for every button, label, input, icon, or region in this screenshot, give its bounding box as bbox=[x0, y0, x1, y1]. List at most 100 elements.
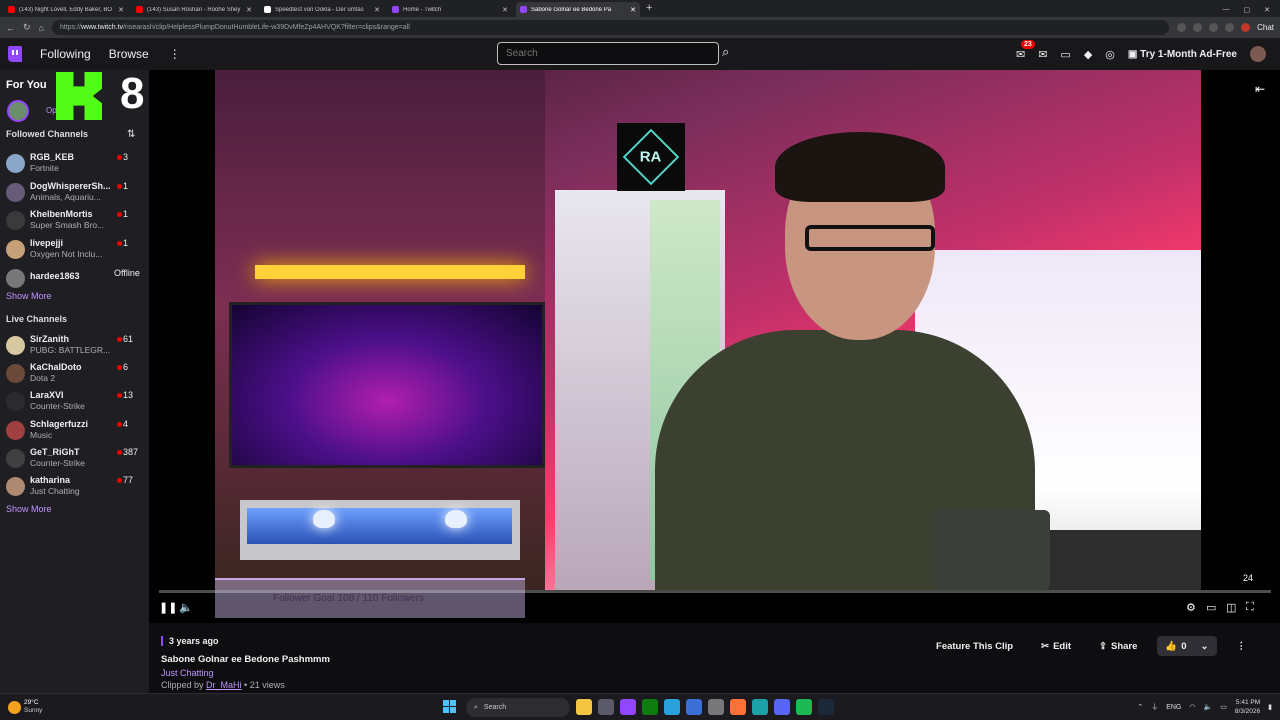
discord-icon[interactable] bbox=[774, 699, 790, 715]
seek-bar[interactable] bbox=[159, 590, 1271, 593]
url-field[interactable]: https://www.twitch.tv/risearash/clip/Hel… bbox=[51, 20, 1170, 35]
tab-favicon-icon bbox=[520, 6, 527, 13]
sidebar-item-dogwhisperersh[interactable]: DogWhispererSh... Animals, Aquariu... 1 bbox=[6, 181, 146, 207]
speaker-icon[interactable]: 🔈 bbox=[1203, 703, 1212, 711]
sidebar: For You Op 8 Followed Channels ⇅ RGB_KEB… bbox=[0, 69, 149, 693]
for-you-avatar[interactable] bbox=[7, 100, 29, 122]
chat-label[interactable]: Chat bbox=[1257, 23, 1274, 32]
user-avatar[interactable] bbox=[1250, 46, 1266, 62]
search-input[interactable] bbox=[497, 42, 719, 65]
bits-icon[interactable]: ◆ bbox=[1084, 48, 1092, 61]
windows-start-icon[interactable] bbox=[443, 700, 456, 713]
clipper-link[interactable]: Dr_MaHi bbox=[206, 680, 242, 690]
pause-icon[interactable]: ❚❚ bbox=[159, 601, 177, 614]
live-dot-icon bbox=[117, 337, 122, 342]
more-options-icon[interactable]: ⋮ bbox=[1229, 636, 1255, 656]
share-button[interactable]: ⇪ Share bbox=[1091, 636, 1145, 656]
browser-tab[interactable]: (143) Night Lovell, Eddy Baker, BO ✕ bbox=[4, 2, 128, 17]
badge-app-icon[interactable] bbox=[686, 699, 702, 715]
browser-tab[interactable]: Home - Twitch ✕ bbox=[388, 2, 512, 17]
thumbs-up-icon: 👍 bbox=[1165, 640, 1178, 652]
browser-tab[interactable]: (143) Susan Roshan - Roohe Shey ✕ bbox=[132, 2, 256, 17]
tab-favicon-icon bbox=[392, 6, 399, 13]
battery-icon[interactable]: ▭ bbox=[1220, 703, 1227, 711]
whispers-icon[interactable]: ✉ bbox=[1038, 48, 1047, 61]
file-explorer-icon[interactable] bbox=[576, 699, 592, 715]
notifications-icon[interactable]: ✉ 23 bbox=[1016, 39, 1035, 61]
extension-icon[interactable] bbox=[1177, 23, 1187, 32]
weather-widget[interactable]: 29°C Sunny bbox=[8, 699, 68, 717]
sidebar-item-sirzanith[interactable]: SirZanith PUBG: BATTLEGR... 61 bbox=[6, 334, 146, 360]
sidebar-item-katharina[interactable]: katharina Just Chatting 77 bbox=[6, 475, 146, 501]
maximize-icon[interactable]: ▢ bbox=[1244, 6, 1251, 14]
wifi-icon[interactable]: ◠ bbox=[1189, 703, 1195, 711]
usb-icon[interactable]: ⏚ bbox=[1151, 702, 1158, 712]
browser-tab[interactable]: Sabone Golnar ee Bedone Pa ✕ bbox=[516, 2, 640, 17]
settings-icon[interactable]: ⚙ bbox=[1186, 601, 1196, 614]
settings-app-icon[interactable] bbox=[708, 699, 724, 715]
extension-icon[interactable] bbox=[1209, 23, 1219, 32]
sidebar-item-kachaldoto[interactable]: KaChalDoto Dota 2 6 bbox=[6, 362, 146, 388]
new-tab-button[interactable]: + bbox=[646, 2, 652, 17]
video-player[interactable]: RA Follower Goal 108 / 110 Followers ⇤ 2… bbox=[149, 70, 1280, 623]
nav-following[interactable]: Following bbox=[40, 47, 91, 61]
show-more-live[interactable]: Show More bbox=[6, 504, 52, 514]
collapse-icon[interactable]: ⇤ bbox=[1255, 82, 1265, 96]
notification-center-icon[interactable]: ▮ bbox=[1268, 703, 1272, 711]
feature-clip-button[interactable]: Feature This Clip bbox=[928, 636, 1021, 656]
channel-name: hardee1863 bbox=[30, 271, 80, 281]
sidebar-item-khelbenmortis[interactable]: KhelbenMortis Super Smash Bro... 1 bbox=[6, 209, 146, 235]
taskbar-clock[interactable]: 5:41 PM 8/3/2026 bbox=[1235, 698, 1260, 716]
channel-category: Animals, Aquariu... bbox=[30, 191, 101, 202]
sidebar-item-livepejji[interactable]: livepejji Oxygen Not Inclu... 1 bbox=[6, 238, 146, 264]
sidebar-item-offline[interactable]: hardee1863 Offline bbox=[6, 267, 146, 293]
edit-button[interactable]: ✂ Edit bbox=[1033, 636, 1079, 656]
spotify-icon[interactable] bbox=[796, 699, 812, 715]
show-more-followed[interactable]: Show More bbox=[6, 291, 52, 301]
theatre-mode-icon[interactable]: ▭ bbox=[1206, 601, 1216, 614]
activity-feed-icon[interactable]: ▭ bbox=[1060, 48, 1070, 61]
taskbar-search[interactable]: ⌕ Search bbox=[466, 698, 570, 717]
close-window-icon[interactable]: ✕ bbox=[1264, 6, 1270, 14]
telegram-icon[interactable] bbox=[664, 699, 680, 715]
tab-close-icon[interactable]: ✕ bbox=[374, 6, 380, 14]
volume-icon[interactable]: 🔈 bbox=[179, 601, 193, 614]
video-streamer-headphones bbox=[775, 132, 945, 202]
sidebar-item-laraxvi[interactable]: LaraXVI Counter-Strike 13 bbox=[6, 390, 146, 416]
profile-icon[interactable] bbox=[1241, 23, 1251, 32]
twitch-app-icon[interactable] bbox=[620, 699, 636, 715]
sidebar-item-schlagerfuzzi[interactable]: Schlagerfuzzi Music 4 bbox=[6, 419, 146, 445]
sort-icon[interactable]: ⇅ bbox=[127, 129, 135, 140]
back-icon[interactable]: ← bbox=[6, 23, 15, 33]
xbox-icon[interactable] bbox=[642, 699, 658, 715]
nav-browse[interactable]: Browse bbox=[109, 47, 149, 61]
steam-icon[interactable] bbox=[818, 699, 834, 715]
firefox-icon[interactable] bbox=[730, 699, 746, 715]
ad-free-button[interactable]: ▣ Try 1-Month Ad-Free bbox=[1128, 49, 1237, 60]
tray-arrow-icon[interactable]: ⌃ bbox=[1137, 703, 1143, 711]
home-icon[interactable]: ⌂ bbox=[39, 23, 44, 33]
tab-close-icon[interactable]: ✕ bbox=[118, 6, 124, 14]
calculator-icon[interactable] bbox=[598, 699, 614, 715]
sidebar-item-get-right[interactable]: GeT_RiGhT Counter-Strike 387 bbox=[6, 447, 146, 473]
tab-close-icon[interactable]: ✕ bbox=[246, 6, 252, 14]
like-button[interactable]: 👍 0 ⌄ bbox=[1157, 636, 1217, 656]
language-indicator[interactable]: ENG bbox=[1166, 704, 1181, 711]
edge-icon[interactable] bbox=[752, 699, 768, 715]
browser-tab[interactable]: Speedtest von Ookla - Der umfas ✕ bbox=[260, 2, 384, 17]
extension-icon[interactable] bbox=[1225, 23, 1235, 32]
popout-icon[interactable]: ◫ bbox=[1226, 601, 1236, 614]
more-menu-icon[interactable]: ⋮ bbox=[169, 47, 181, 61]
chevron-down-icon[interactable]: ⌄ bbox=[1201, 641, 1209, 652]
extension-icon[interactable] bbox=[1193, 23, 1203, 32]
reload-icon[interactable]: ↻ bbox=[23, 22, 31, 33]
prime-icon[interactable]: ◎ bbox=[1105, 48, 1115, 61]
minimize-icon[interactable]: — bbox=[1223, 6, 1230, 13]
tab-close-icon[interactable]: ✕ bbox=[630, 6, 636, 14]
clip-category-link[interactable]: Just Chatting bbox=[161, 668, 214, 678]
twitch-logo-icon[interactable] bbox=[8, 46, 22, 62]
tab-close-icon[interactable]: ✕ bbox=[502, 6, 508, 14]
search-icon[interactable]: ⌕ bbox=[722, 44, 729, 60]
sidebar-item-rgb-keb[interactable]: RGB_KEB Fortnite 3 bbox=[6, 152, 146, 178]
fullscreen-icon[interactable]: ⛶ bbox=[1246, 601, 1254, 614]
